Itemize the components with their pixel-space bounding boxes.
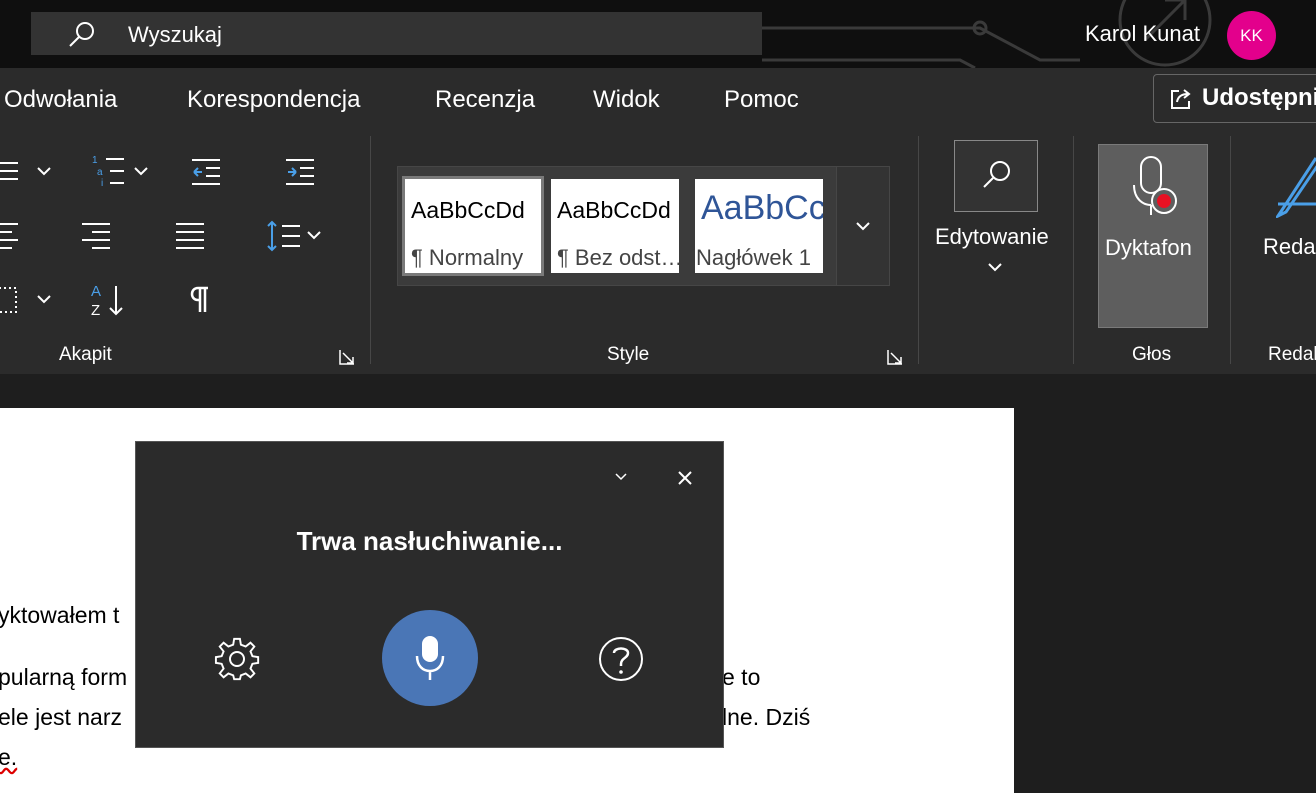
chevron-down-icon[interactable]: [134, 166, 148, 176]
style-name: ¶ Bez odst…: [557, 245, 679, 270]
align-right-icon[interactable]: [82, 222, 112, 250]
styles-gallery: AaBbCcDd ¶ Normalny AaBbCcDd ¶ Bez odst……: [397, 166, 890, 286]
style-name: ¶ Normalny: [411, 245, 524, 270]
chevron-down-icon[interactable]: [988, 262, 1002, 272]
ribbon: Odwołania Korespondencja Recenzja Widok …: [0, 68, 1316, 374]
group-label-paragraph: Akapit: [59, 344, 112, 365]
microphone-icon: [415, 636, 445, 680]
style-sample: AaBbCcDd: [411, 197, 525, 223]
avatar[interactable]: KK: [1227, 11, 1276, 60]
document-text-line: yktowałem t: [0, 602, 120, 628]
sort-icon[interactable]: A Z: [90, 282, 126, 318]
share-icon: [1171, 89, 1191, 109]
svg-text:Z: Z: [91, 302, 100, 318]
style-heading-1[interactable]: AaBbCc Nagłówek 1: [695, 179, 823, 273]
tab-references[interactable]: Odwołania: [4, 86, 117, 114]
line-spacing-icon[interactable]: [266, 220, 322, 252]
dialog-launcher-icon[interactable]: [339, 349, 355, 365]
dictate-button[interactable]: Dyktafon: [1098, 144, 1208, 328]
document-text-line: e to: [722, 664, 761, 690]
gear-icon[interactable]: [214, 636, 260, 682]
search-box[interactable]: Wyszukaj: [31, 12, 762, 55]
dictate-icon: [1133, 156, 1177, 215]
share-button[interactable]: Udostępnij: [1153, 74, 1316, 123]
justify-icon[interactable]: [176, 222, 206, 250]
chevron-down-icon[interactable]: [614, 472, 628, 482]
search-icon: [69, 22, 94, 47]
tab-help[interactable]: Pomoc: [724, 86, 799, 114]
group-label-editor: Redaktor: [1268, 344, 1316, 365]
svg-text:a: a: [97, 167, 103, 178]
search-placeholder: Wyszukaj: [128, 22, 222, 47]
borders-icon[interactable]: [0, 286, 20, 314]
style-no-spacing[interactable]: AaBbCcDd ¶ Bez odst…: [551, 179, 679, 273]
user-name[interactable]: Karol Kunat: [1085, 21, 1200, 47]
style-normal[interactable]: AaBbCcDd ¶ Normalny: [402, 176, 544, 276]
dictate-label: Dyktafon: [1105, 235, 1192, 260]
close-icon[interactable]: [677, 470, 693, 486]
dictation-dialog: Trwa nasłuchiwanie...: [135, 441, 724, 748]
document-text-line: e.: [0, 744, 18, 770]
search-icon: [983, 161, 1010, 188]
document-text-line: lne. Dziś: [722, 704, 811, 730]
document-text-line: pularną form: [0, 664, 128, 690]
chevron-down-icon: [856, 222, 870, 231]
align-left-icon[interactable]: [0, 222, 20, 250]
group-separator: [918, 136, 919, 364]
editing-label[interactable]: Edytowanie: [935, 224, 1049, 250]
svg-text:1: 1: [92, 155, 98, 166]
styles-more-button[interactable]: [836, 167, 889, 285]
group-separator: [370, 136, 371, 364]
share-label: Udostępnij: [1202, 84, 1316, 111]
editing-button[interactable]: [954, 140, 1038, 212]
decrease-indent-icon[interactable]: [192, 158, 222, 186]
document-text-line: ele jest narz: [0, 704, 123, 730]
tab-mailings[interactable]: Korespondencja: [187, 86, 360, 114]
microphone-button[interactable]: [382, 610, 478, 706]
group-separator: [1230, 136, 1231, 364]
svg-text:A: A: [91, 283, 101, 300]
svg-text:i: i: [101, 178, 103, 188]
dialog-launcher-icon[interactable]: [887, 349, 903, 365]
group-label-voice: Głos: [1132, 344, 1172, 365]
chevron-down-icon[interactable]: [37, 166, 51, 176]
group-label-styles: Style: [607, 344, 650, 365]
style-sample: AaBbCc: [701, 189, 823, 227]
style-name: Nagłówek 1: [696, 245, 811, 270]
bullets-icon[interactable]: [0, 158, 34, 184]
tab-review[interactable]: Recenzja: [435, 86, 535, 114]
chevron-down-icon[interactable]: [37, 294, 51, 304]
tab-view[interactable]: Widok: [593, 86, 660, 114]
help-icon[interactable]: [598, 636, 644, 682]
editor-label[interactable]: Reda: [1263, 234, 1316, 260]
title-bar: Wyszukaj Karol Kunat KK: [0, 0, 1316, 68]
pilcrow-icon[interactable]: [188, 286, 210, 314]
dictation-status: Trwa nasłuchiwanie...: [296, 526, 563, 556]
numbering-icon[interactable]: 1ai: [92, 154, 128, 188]
editor-icon[interactable]: [1276, 154, 1316, 218]
group-separator: [1073, 136, 1074, 364]
style-sample: AaBbCcDd: [557, 197, 671, 223]
increase-indent-icon[interactable]: [286, 158, 316, 186]
